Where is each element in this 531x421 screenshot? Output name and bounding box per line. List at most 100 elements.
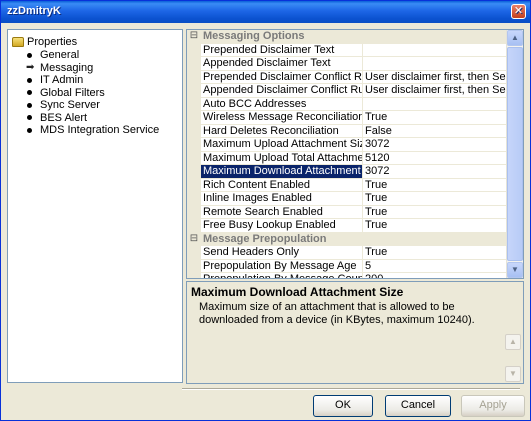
property-row[interactable]: Wireless Message Reconciliation EnabledT… xyxy=(187,111,507,125)
property-value[interactable]: True xyxy=(363,192,507,205)
row-gutter xyxy=(187,259,201,272)
property-value[interactable]: True xyxy=(363,206,507,219)
title-bar[interactable]: zzDmitryK ✕ xyxy=(1,1,530,23)
bullet-icon xyxy=(27,115,32,121)
property-row[interactable]: Maximum Download Attachment Size3072 xyxy=(187,165,507,179)
tree-item-label: General xyxy=(40,49,80,62)
property-name: Send Headers Only xyxy=(201,246,363,259)
property-name: Appended Disclaimer Conflict Rule xyxy=(203,84,363,97)
cancel-button[interactable]: Cancel xyxy=(385,395,451,417)
dialog-body: Properties General ➡ Messaging IT Admin Glob… xyxy=(5,27,526,387)
property-name: Appended Disclaimer Text xyxy=(201,57,363,70)
bullet-icon xyxy=(27,90,32,96)
property-value[interactable]: 5 xyxy=(363,260,507,273)
property-value[interactable]: True xyxy=(363,219,507,232)
scroll-up-button[interactable]: ▲ xyxy=(507,30,523,46)
row-gutter xyxy=(187,165,201,178)
scroll-thumb[interactable] xyxy=(507,47,523,261)
property-grid-scrollbar[interactable]: ▲ ▼ xyxy=(506,30,523,278)
ok-button[interactable]: OK xyxy=(313,395,373,417)
property-row[interactable]: Appended Disclaimer Conflict Rule User di… xyxy=(187,84,507,98)
row-gutter xyxy=(187,192,201,205)
description-scrollbar[interactable]: ▲ ▼ xyxy=(505,334,521,382)
property-row[interactable]: Prepopulation By Message Age 5 xyxy=(187,259,507,273)
property-row[interactable]: Free Busy Lookup Enabled True xyxy=(187,219,507,233)
arrow-icon: ➡ xyxy=(26,61,35,73)
tree-item-bes-alert[interactable]: BES Alert xyxy=(12,112,178,125)
chevron-up-icon: ▲ xyxy=(511,33,519,42)
category-header[interactable]: ⊟ Messaging Options xyxy=(187,30,507,44)
property-value[interactable]: False xyxy=(363,125,507,138)
scroll-down-button[interactable]: ▼ xyxy=(507,262,523,278)
property-value[interactable]: 3072 xyxy=(363,138,507,151)
category-header[interactable]: ⊟ Message Prepopulation xyxy=(187,232,507,247)
property-row[interactable]: Remote Search Enabled True xyxy=(187,205,507,219)
tree-item-messaging[interactable]: ➡ Messaging xyxy=(12,62,178,75)
property-name: Wireless Message Reconciliation Enabled xyxy=(203,111,363,124)
property-name: Prepended Disclaimer Conflict Rule xyxy=(203,70,363,83)
row-gutter xyxy=(187,97,201,110)
property-value[interactable]: 200 xyxy=(363,273,507,278)
property-value[interactable]: 3072 xyxy=(363,165,507,178)
property-value[interactable]: 5120 xyxy=(363,152,507,165)
chevron-down-icon: ▼ xyxy=(511,265,519,274)
property-row[interactable]: Maximum Upload Total Attachment Size5120 xyxy=(187,151,507,165)
property-value[interactable]: True xyxy=(363,246,507,259)
category-name: Messaging Options xyxy=(203,30,305,42)
row-gutter xyxy=(187,111,201,124)
bullet-icon xyxy=(27,77,32,83)
property-row[interactable]: Send Headers Only True xyxy=(187,246,507,260)
property-row[interactable]: Rich Content Enabled True xyxy=(187,178,507,192)
bullet-icon xyxy=(27,102,32,108)
tree-item-label: MDS Integration Service xyxy=(40,124,160,137)
property-name: Free Busy Lookup Enabled xyxy=(201,219,363,232)
property-row[interactable]: Appended Disclaimer Text xyxy=(187,57,507,71)
property-name: Hard Deletes Reconciliation xyxy=(201,124,363,137)
tree-item-it-admin[interactable]: IT Admin xyxy=(12,74,178,87)
property-grid: ⊟ Messaging Options Prepended Disclaimer T… xyxy=(186,29,524,279)
tree-root-label: Properties xyxy=(27,36,78,48)
tree-item-label: IT Admin xyxy=(40,74,84,87)
chevron-up-icon: ▲ xyxy=(509,337,517,346)
property-name: Maximum Upload Total Attachment Size xyxy=(203,151,363,164)
footer-divider xyxy=(182,388,520,390)
close-icon: ✕ xyxy=(513,5,524,17)
tree-item-general[interactable]: General xyxy=(12,49,178,62)
description-panel: Maximum Download Attachment Size Maximum… xyxy=(186,281,524,384)
property-name: Prepopulation By Message Age xyxy=(201,259,363,272)
property-value[interactable] xyxy=(363,57,507,70)
tree-item-label: Sync Server xyxy=(40,99,100,112)
description-scroll-down[interactable]: ▼ xyxy=(505,366,521,382)
property-value[interactable]: True xyxy=(363,111,507,124)
tree-item-mds-integration-service[interactable]: MDS Integration Service xyxy=(12,124,178,137)
row-gutter xyxy=(187,246,201,259)
tree-root-properties[interactable]: Properties xyxy=(12,35,178,49)
description-scroll-up[interactable]: ▲ xyxy=(505,334,521,350)
row-gutter xyxy=(187,57,201,70)
property-row[interactable]: Prepopulation By Message Count 200 xyxy=(187,273,507,278)
property-row[interactable]: Hard Deletes Reconciliation False xyxy=(187,124,507,138)
row-gutter xyxy=(187,138,201,151)
tree-item-global-filters[interactable]: Global Filters xyxy=(12,87,178,100)
property-value[interactable]: True xyxy=(363,179,507,192)
property-row[interactable]: Prepended Disclaimer Conflict Rule User d… xyxy=(187,70,507,84)
property-name: Prepended Disclaimer Text xyxy=(201,43,363,56)
property-grid-rows: ⊟ Messaging Options Prepended Disclaimer T… xyxy=(187,30,507,278)
tree-item-sync-server[interactable]: Sync Server xyxy=(12,99,178,112)
property-row[interactable]: Maximum Upload Attachment Size 3072 xyxy=(187,138,507,152)
property-row[interactable]: Auto BCC Addresses xyxy=(187,97,507,111)
navigation-tree: Properties General ➡ Messaging IT Admin Glob… xyxy=(7,29,183,383)
property-value[interactable]: User disclaimer first, then Server xyxy=(363,71,507,84)
property-row[interactable]: Inline Images Enabled True xyxy=(187,192,507,206)
collapse-icon[interactable]: ⊟ xyxy=(187,30,201,44)
collapse-icon[interactable]: ⊟ xyxy=(187,233,201,247)
property-name: Prepopulation By Message Count xyxy=(201,273,363,278)
property-value[interactable] xyxy=(363,44,507,57)
close-button[interactable]: ✕ xyxy=(511,4,526,19)
property-name: Maximum Upload Attachment Size xyxy=(203,138,363,151)
apply-button[interactable]: Apply xyxy=(461,395,525,417)
folder-icon xyxy=(12,37,24,47)
property-row[interactable]: Prepended Disclaimer Text xyxy=(187,43,507,57)
property-value[interactable]: User disclaimer first, then Server xyxy=(363,84,507,97)
property-value[interactable] xyxy=(363,98,507,111)
